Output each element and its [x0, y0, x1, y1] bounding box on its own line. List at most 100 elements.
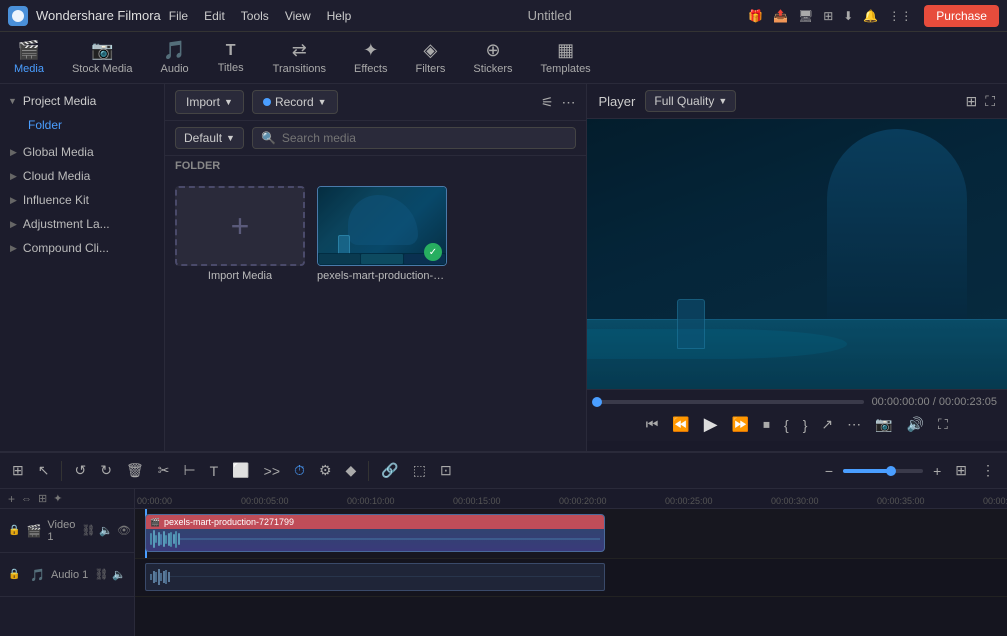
fullscreen-icon[interactable]: ⛶: [985, 93, 995, 110]
filter-icon[interactable]: ⚟: [541, 94, 554, 111]
audio-track-label: 🔒 🎵 Audio 1 ⛓ 🔈: [0, 553, 134, 597]
titlebar-left: Wondershare Filmora File Edit Tools View…: [8, 6, 351, 26]
media-grid: + Import Media: [165, 176, 586, 292]
tl-settings-icon[interactable]: ⚙: [315, 460, 336, 481]
volume-icon[interactable]: 🔊: [907, 416, 924, 433]
import-button[interactable]: Import ▼: [175, 90, 244, 114]
record-button[interactable]: Record ▼: [252, 90, 338, 114]
snapshot-icon[interactable]: 📷: [875, 416, 892, 433]
sidebar-compound-label: Compound Cli...: [23, 241, 109, 255]
step-forward-icon[interactable]: ⏩: [732, 416, 749, 433]
video-track-icon: 🎬: [26, 524, 41, 538]
video-clip-box[interactable]: ✓: [317, 186, 447, 266]
play-button[interactable]: ▶: [704, 414, 718, 435]
default-view-dropdown[interactable]: Default ▼: [175, 127, 244, 149]
toolbar-item-media[interactable]: 🎬 Media: [0, 36, 58, 79]
import-dropdown-arrow[interactable]: ▼: [224, 97, 233, 107]
zoom-slider[interactable]: [843, 469, 923, 473]
sidebar-item-compound[interactable]: ▶ Compound Cli...: [0, 236, 164, 260]
folder-item[interactable]: Folder: [0, 114, 164, 140]
tl-cut-icon[interactable]: ✂: [154, 460, 174, 481]
transitions-icon: ⇄: [292, 40, 307, 61]
toolbar-item-transitions[interactable]: ⇄ Transitions: [259, 36, 340, 79]
tl-grid-icon[interactable]: ⊞: [951, 460, 971, 481]
progress-bar[interactable]: [597, 400, 864, 404]
tl-select-icon[interactable]: ↖: [34, 460, 54, 481]
mark-out-icon[interactable]: }: [803, 417, 808, 433]
tl-more2-icon[interactable]: ⋮: [977, 460, 999, 481]
step-back-icon[interactable]: ⏪: [672, 416, 689, 433]
tl-link2-icon[interactable]: ⇔: [21, 493, 32, 505]
tl-text-icon[interactable]: T: [206, 461, 223, 481]
sidebar-item-cloud-media[interactable]: ▶ Cloud Media: [0, 164, 164, 188]
menu-file[interactable]: File: [169, 9, 188, 23]
purchase-button[interactable]: Purchase: [924, 5, 999, 27]
gift-icon[interactable]: 🎁: [748, 9, 763, 23]
mark-in-icon[interactable]: {: [784, 417, 789, 433]
sidebar-item-influence-kit[interactable]: ▶ Influence Kit: [0, 188, 164, 212]
share-icon[interactable]: 📤: [773, 9, 788, 23]
tl-link-icon[interactable]: 🔗: [377, 460, 402, 481]
skip-back-icon[interactable]: ⏮: [646, 416, 659, 433]
tl-add-icon[interactable]: +: [8, 492, 15, 506]
sidebar-influence-kit-label: Influence Kit: [23, 193, 89, 207]
tl-zoom-in-icon[interactable]: +: [929, 461, 945, 481]
track-speaker-icon[interactable]: 🔈: [99, 524, 113, 537]
audio-speaker-icon[interactable]: 🔈: [112, 568, 126, 581]
tl-crop-icon[interactable]: ⬜: [228, 460, 253, 481]
video-clip[interactable]: 🎬 pexels-mart-production-7271799: [145, 514, 605, 552]
tl-ai-icon[interactable]: ✦: [53, 492, 62, 505]
grid-view-icon[interactable]: ⊞: [965, 93, 977, 110]
plus-icon: +: [231, 208, 250, 245]
tl-snap-icon[interactable]: ⊞: [8, 460, 28, 481]
import-media-label: Import Media: [208, 270, 272, 282]
tl-pip-icon[interactable]: ⊡: [436, 460, 456, 481]
toolbar-item-filters[interactable]: ◈ Filters: [401, 36, 459, 79]
grid-icon[interactable]: ⋮⋮: [888, 9, 912, 23]
menu-tools[interactable]: Tools: [241, 9, 269, 23]
tl-speed-icon[interactable]: ⏱: [290, 460, 309, 481]
media-filter-bar: Default ▼ 🔍: [165, 121, 586, 156]
stop-icon[interactable]: ⏹: [763, 416, 770, 433]
toolbar-item-effects[interactable]: ✦ Effects: [340, 36, 401, 79]
record-dropdown-arrow[interactable]: ▼: [318, 97, 327, 107]
ruler-0: 00:00:00: [135, 496, 241, 506]
toolbar-item-stock[interactable]: 📷 Stock Media: [58, 36, 147, 79]
import-media-box[interactable]: +: [175, 186, 305, 266]
sidebar-item-global-media[interactable]: ▶ Global Media: [0, 140, 164, 164]
project-media-header[interactable]: ▼ Project Media: [0, 88, 164, 114]
screen-icon[interactable]: 🖥: [798, 9, 813, 23]
bell-icon[interactable]: 🔔: [863, 9, 878, 23]
tl-caption-icon[interactable]: ⬚: [409, 460, 430, 481]
extract-icon[interactable]: ↗: [821, 416, 833, 433]
tl-delete-icon[interactable]: 🗑: [122, 460, 148, 481]
menu-help[interactable]: Help: [327, 9, 352, 23]
quality-dropdown[interactable]: Full Quality ▼: [645, 90, 736, 112]
tl-more-icon[interactable]: >>: [260, 461, 284, 481]
tl-trim-icon[interactable]: ⊢: [179, 460, 199, 481]
more-ctrl-icon[interactable]: ⋯: [847, 416, 861, 433]
toolbar-item-stickers[interactable]: ⊕ Stickers: [459, 36, 526, 79]
download-icon[interactable]: ⬇: [843, 9, 853, 23]
fullscreen-btn-icon[interactable]: ⛶: [938, 416, 948, 433]
menu-view[interactable]: View: [285, 9, 311, 23]
tl-tracks-icon[interactable]: ⊞: [38, 492, 47, 505]
track-link-icon[interactable]: ⛓: [81, 524, 95, 537]
toolbar-item-titles[interactable]: T Titles: [203, 38, 259, 78]
import-media-thumb[interactable]: + Import Media: [175, 186, 305, 282]
sidebar-item-adjustment[interactable]: ▶ Adjustment La...: [0, 212, 164, 236]
more-options-icon[interactable]: ⋯: [562, 94, 576, 111]
tl-redo-icon[interactable]: ↻: [96, 460, 116, 481]
audio-link-icon[interactable]: ⛓: [94, 568, 108, 581]
tl-zoom-out-icon[interactable]: −: [821, 461, 837, 481]
menu-edit[interactable]: Edit: [204, 9, 225, 23]
layout-icon[interactable]: ⊞: [823, 9, 833, 23]
video-clip-thumb[interactable]: ✓ pexels-mart-production-727...: [317, 186, 447, 282]
toolbar-item-audio[interactable]: 🎵 Audio: [147, 36, 203, 79]
tl-undo-icon[interactable]: ↺: [70, 460, 90, 481]
tl-marker-icon[interactable]: ◆: [342, 460, 361, 481]
track-eye-icon[interactable]: 👁: [117, 524, 131, 537]
folder-label[interactable]: Folder: [28, 118, 62, 132]
search-input[interactable]: [282, 131, 567, 145]
toolbar-item-templates[interactable]: ▦ Templates: [527, 36, 605, 79]
